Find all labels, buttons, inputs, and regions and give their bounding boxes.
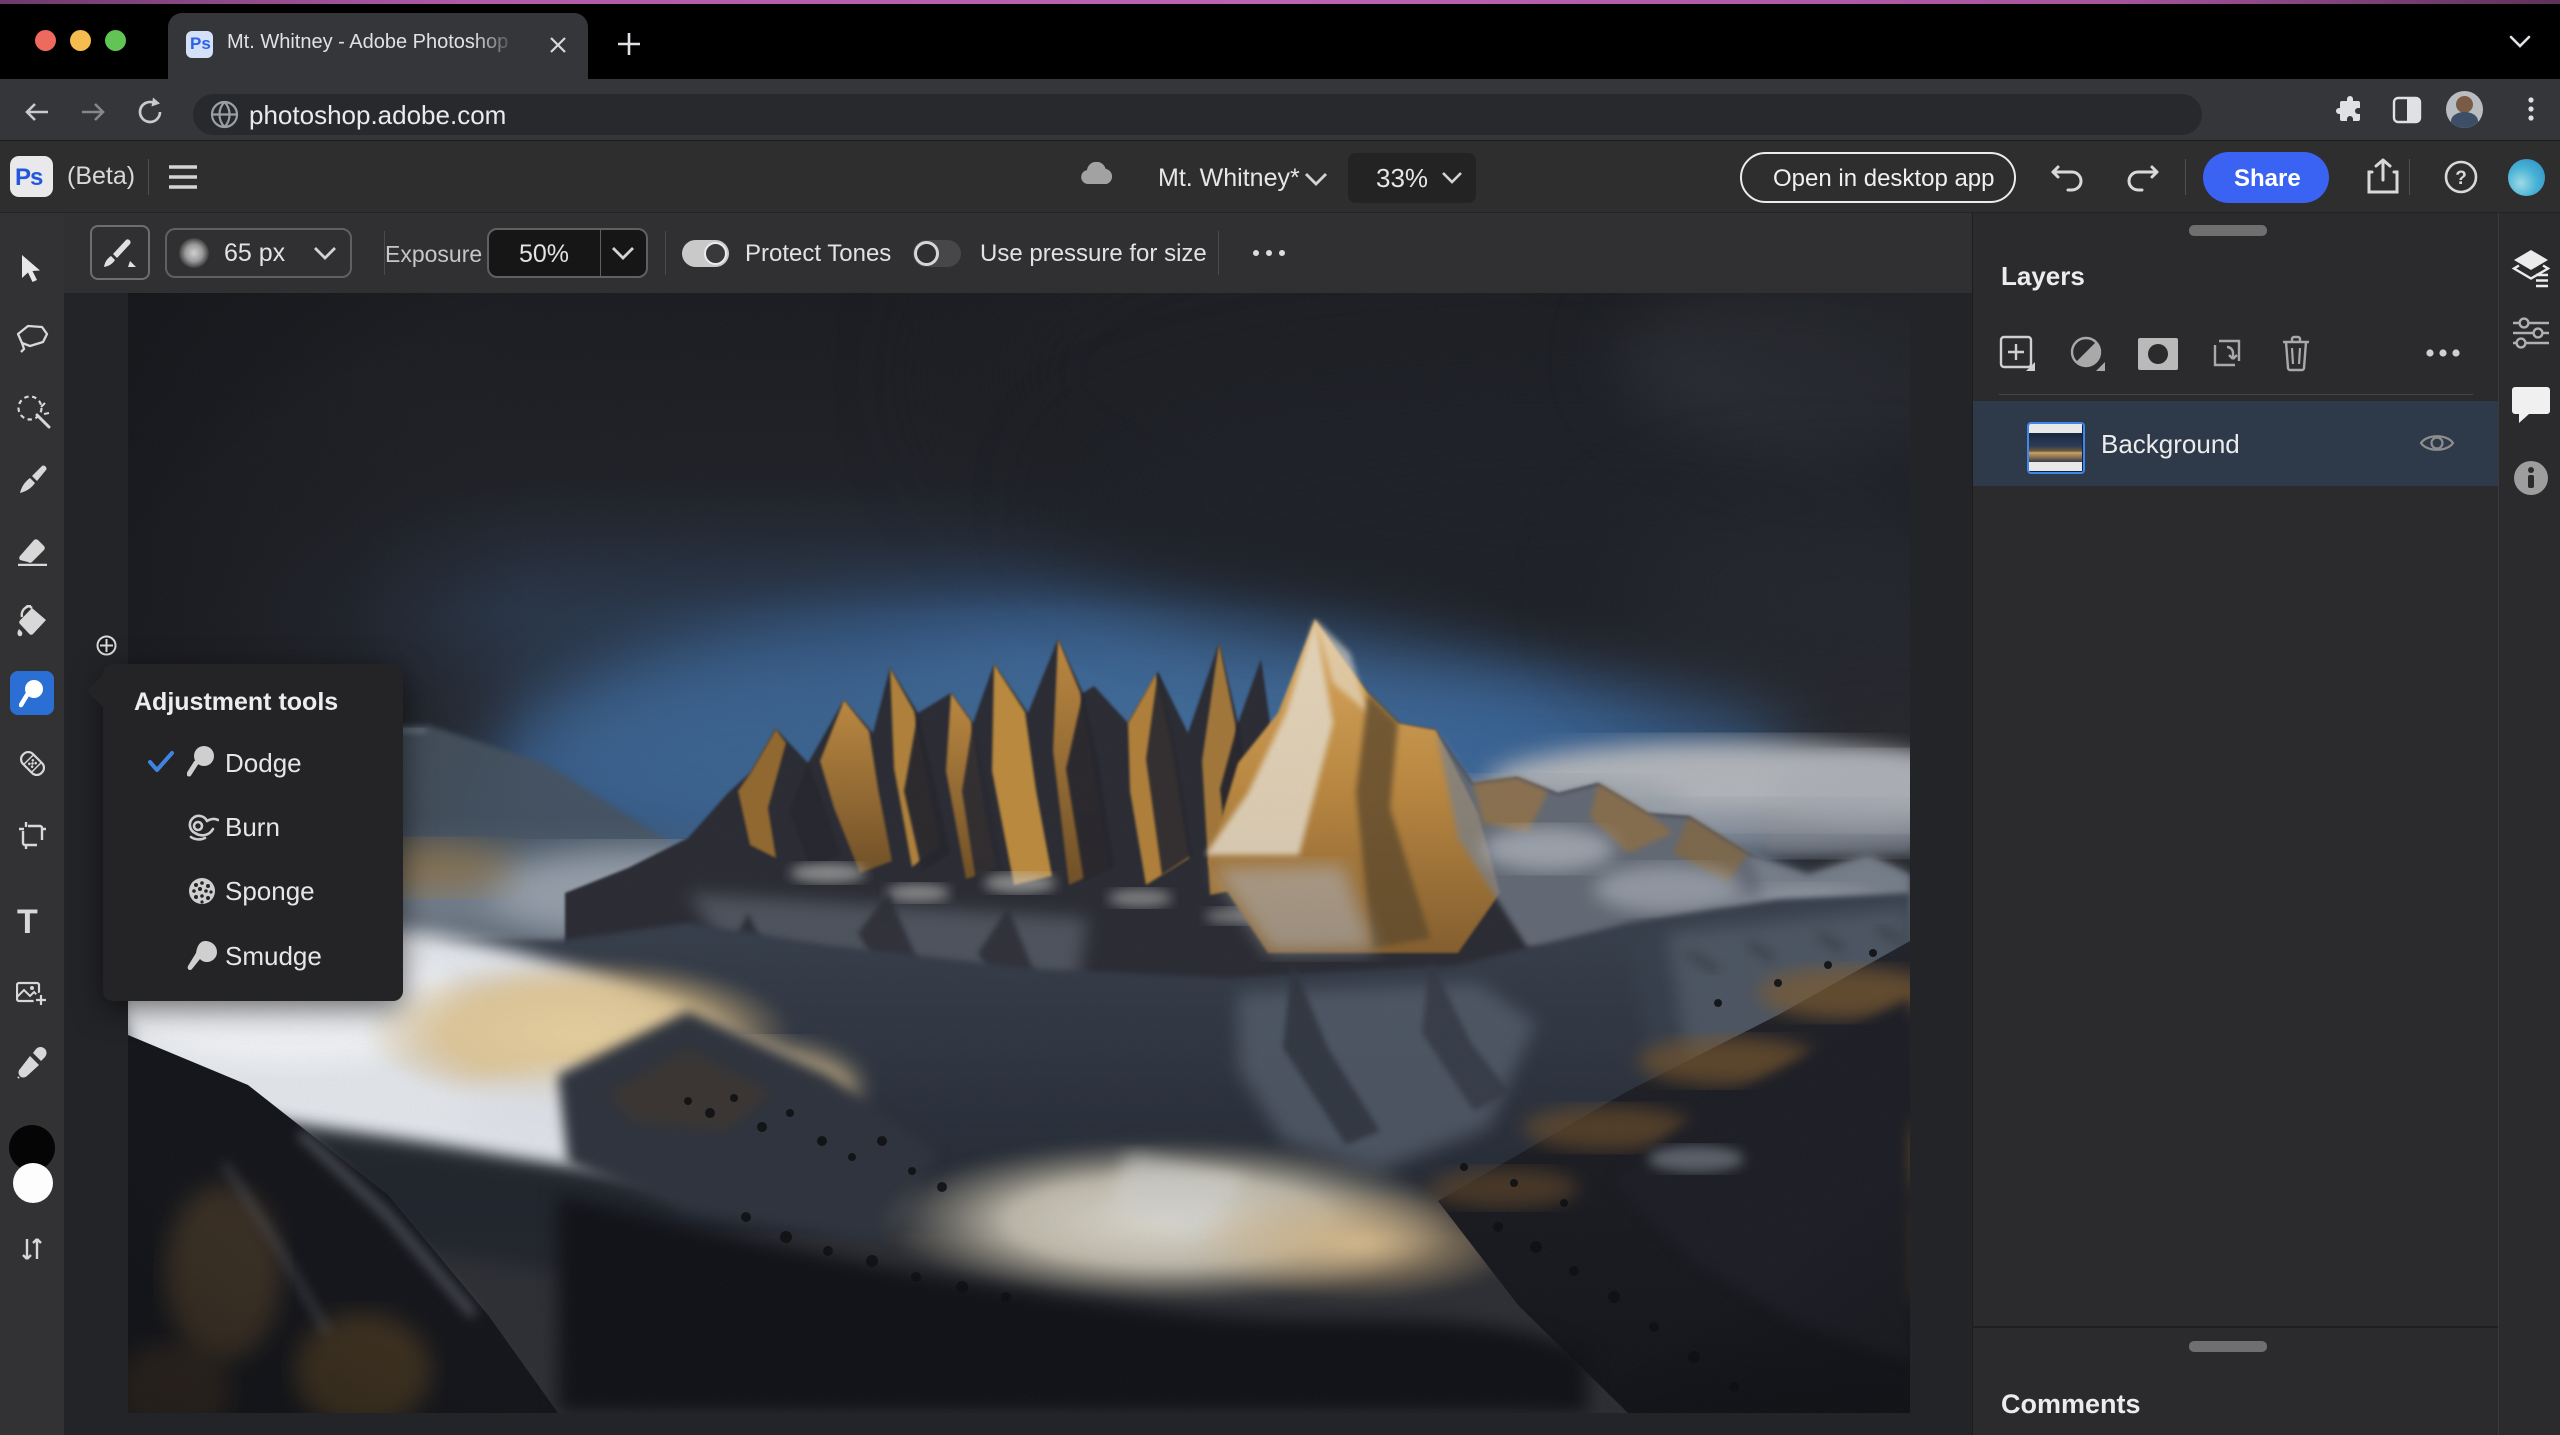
- svg-text:?: ?: [2455, 168, 2467, 189]
